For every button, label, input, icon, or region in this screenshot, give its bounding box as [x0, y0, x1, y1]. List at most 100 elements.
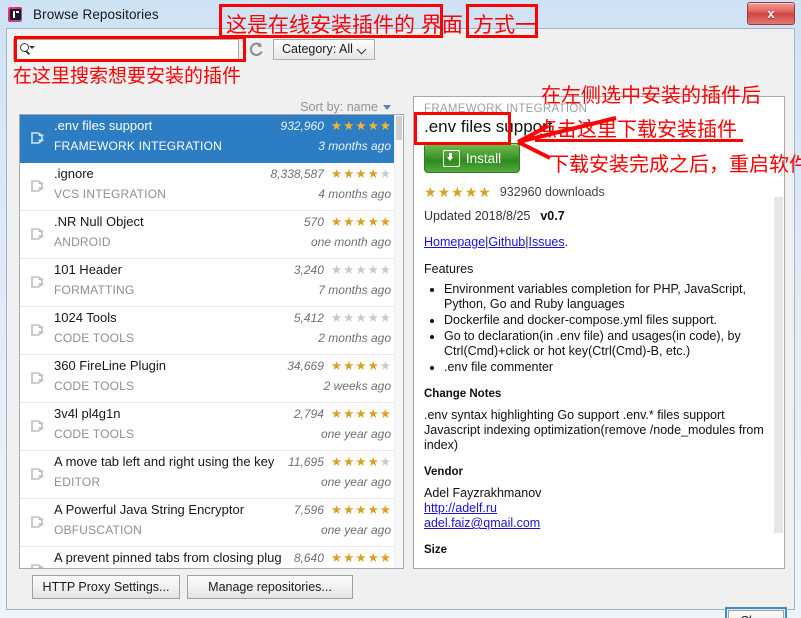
plugin-category: VCS INTEGRATION: [54, 187, 167, 201]
plugin-category: FRAMEWORK INTEGRATION: [54, 139, 222, 153]
plugin-name: 101 Header: [54, 262, 122, 277]
vendor-email-link[interactable]: adel.faiz@qmail.com: [424, 516, 764, 531]
star-icon: ★: [343, 262, 355, 277]
star-icon: ★: [379, 166, 391, 181]
plugin-age: 2 weeks ago: [323, 379, 391, 393]
plugin-list-item[interactable]: A Powerful Java String Encryptor 7,596 ★ ★ ★…: [20, 499, 397, 547]
close-button[interactable]: Close: [728, 610, 784, 618]
plugin-star-rating: ★ ★ ★ ★ ★: [331, 552, 391, 565]
star-icon: ★: [343, 166, 355, 181]
link-issues[interactable]: Issues: [529, 235, 565, 249]
detail-scroll-thumb[interactable]: [774, 197, 783, 533]
plugin-icon: [31, 564, 44, 568]
star-icon: ★: [355, 262, 367, 277]
plugin-category: FORMATTING: [54, 283, 135, 297]
plugin-star-rating: ★ ★ ★ ★ ★: [331, 360, 391, 373]
detail-scrollbar[interactable]: [773, 97, 784, 568]
plugin-name: A move tab left and right using the key: [54, 454, 275, 469]
plugin-age: 4 months ago: [318, 187, 391, 201]
plugin-list-item[interactable]: 360 FireLine Plugin 34,669 ★ ★ ★ ★ ★ CODE TOOLS…: [20, 355, 397, 403]
star-icon: ★: [367, 550, 379, 565]
star-icon: ★: [330, 214, 343, 229]
search-input[interactable]: [34, 39, 238, 59]
plugin-icon: [31, 132, 44, 144]
search-icon: [19, 42, 35, 56]
manage-repositories-button[interactable]: Manage repositories...: [187, 575, 353, 599]
caret-down-icon: [383, 104, 391, 110]
vendor-name: Adel Fayzrakhmanov: [424, 486, 542, 500]
star-icon: ★: [451, 184, 464, 200]
features-list: Environment variables completion for PHP…: [424, 282, 764, 375]
plugin-list-item[interactable]: 101 Header 3,240 ★ ★ ★ ★ ★ FORMATTING 7 months a…: [20, 259, 397, 307]
plugin-downloads: 570: [303, 215, 324, 229]
detail-updated-text: Updated 2018/8/25: [424, 209, 531, 223]
plugin-icon: [31, 276, 44, 288]
link-homepage[interactable]: Homepage: [424, 235, 485, 249]
star-icon: ★: [343, 550, 355, 565]
category-dropdown[interactable]: Category: All: [273, 38, 375, 60]
plugin-icon: [31, 180, 44, 192]
plugin-star-rating: ★ ★ ★ ★ ★: [331, 312, 391, 325]
plugin-downloads: 11,695: [288, 455, 324, 469]
plugin-list-item[interactable]: A prevent pinned tabs from closing plug 8…: [20, 547, 397, 568]
plugin-category: CODE TOOLS: [54, 427, 135, 441]
features-heading: Features: [424, 262, 474, 276]
plugin-list-item[interactable]: A move tab left and right using the key 1…: [20, 451, 397, 499]
detail-links: Homepage|Github|Issues.: [424, 235, 764, 249]
window-close-button[interactable]: x: [747, 2, 795, 25]
plugin-detail-panel: FRAMEWORK INTEGRATION .env files support…: [413, 96, 785, 569]
intellij-idea-icon: [8, 6, 25, 23]
detail-rating-row: ★ ★ ★ ★ ★ 932960 downloads: [424, 184, 764, 200]
plugin-list-panel: .env files support 932,960 ★ ★ ★ ★ ★ FRAMEWORK …: [19, 114, 404, 569]
star-icon: ★: [379, 118, 391, 133]
star-icon: ★: [355, 502, 367, 517]
link-github[interactable]: Github: [488, 235, 525, 249]
title-bar: Browse Repositories x: [0, 0, 801, 28]
sort-by-control[interactable]: Sort by: name: [269, 99, 391, 115]
detail-title: .env files support: [424, 117, 553, 136]
category-label: Category: All: [282, 42, 353, 56]
star-icon: ★: [367, 454, 379, 469]
plugin-list-item[interactable]: 3v4l pl4g1n 2,794 ★ ★ ★ ★ ★ CODE TOOLS one year …: [20, 403, 397, 451]
star-icon: ★: [343, 118, 355, 133]
install-button[interactable]: Install: [424, 143, 520, 173]
refresh-icon[interactable]: [246, 39, 266, 59]
plugin-list-scroll-thumb[interactable]: [396, 116, 402, 140]
star-icon: ★: [424, 184, 437, 200]
plugin-list-item[interactable]: .ignore 8,338,587 ★ ★ ★ ★ ★ VCS INTEGRATION 4 mo…: [20, 163, 397, 211]
http-proxy-settings-button[interactable]: HTTP Proxy Settings...: [32, 575, 180, 599]
plugin-age: 3 months ago: [318, 139, 391, 153]
plugin-name: A Powerful Java String Encryptor: [54, 502, 245, 517]
star-icon: ★: [343, 502, 355, 517]
plugin-star-rating: ★ ★ ★ ★ ★: [331, 504, 391, 517]
plugin-list-item[interactable]: .env files support 932,960 ★ ★ ★ ★ ★ FRAMEWORK …: [20, 115, 397, 163]
plugin-list-item[interactable]: 1024 Tools 5,412 ★ ★ ★ ★ ★ CODE TOOLS 2 months a…: [20, 307, 397, 355]
plugin-list-scrollbar[interactable]: [394, 115, 403, 568]
star-icon: ★: [355, 118, 367, 133]
star-icon: ★: [343, 454, 355, 469]
star-icon: ★: [379, 454, 391, 469]
download-icon: [442, 149, 460, 167]
star-icon: ★: [367, 502, 379, 517]
star-icon: ★: [379, 502, 391, 517]
star-icon: ★: [355, 550, 367, 565]
plugin-downloads: 8,338,587: [270, 167, 324, 181]
plugin-star-rating: ★ ★ ★ ★ ★: [331, 216, 391, 229]
plugin-age: one month ago: [310, 235, 391, 249]
plugin-age: one year ago: [320, 475, 391, 489]
star-icon: ★: [330, 118, 343, 133]
star-icon: ★: [330, 310, 343, 325]
plugin-star-rating: ★ ★ ★ ★ ★: [331, 168, 391, 181]
plugin-list[interactable]: .env files support 932,960 ★ ★ ★ ★ ★ FRAMEWORK …: [20, 115, 397, 568]
plugin-age: one year ago: [320, 523, 391, 537]
plugin-name: 3v4l pl4g1n: [54, 406, 121, 421]
search-box[interactable]: [13, 38, 239, 60]
vendor-url-link[interactable]: http://adelf.ru: [424, 501, 764, 516]
plugin-list-item[interactable]: .NR Null Object 570 ★ ★ ★ ★ ★ ANDROID one month …: [20, 211, 397, 259]
star-icon: ★: [464, 184, 478, 200]
change-notes-heading: Change Notes: [424, 388, 502, 400]
plugin-icon: [31, 324, 44, 336]
plugin-name: A prevent pinned tabs from closing plug: [54, 550, 282, 565]
plugin-icon: [31, 420, 44, 432]
plugin-category: ANDROID: [54, 235, 111, 249]
